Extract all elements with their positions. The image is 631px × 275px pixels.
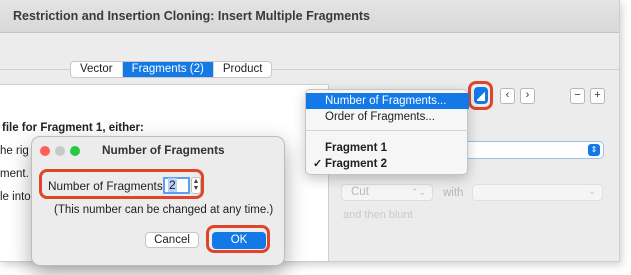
title-bar: Restriction and Insertion Cloning: Inser… (0, 0, 619, 33)
remove-fragment-button[interactable]: − (570, 88, 585, 104)
dialog-title: Number of Fragments (102, 143, 225, 157)
highlight-ring-ok-button (206, 225, 270, 253)
cut-select-value: Cut (351, 186, 369, 198)
menu-item-label: Number of Fragments... (325, 95, 447, 107)
window-title: Restriction and Insertion Cloning: Inser… (13, 9, 370, 23)
instructions-line-2: ment. (0, 168, 29, 180)
close-window-icon[interactable] (40, 146, 50, 156)
enzyme-select[interactable]: ⌄ (472, 184, 603, 201)
menu-item-number-of-fragments[interactable]: Number of Fragments... (306, 93, 469, 109)
menu-item-order-of-fragments[interactable]: Order of Fragments... (306, 109, 469, 125)
chevron-down-icon: ⌄ (588, 186, 596, 196)
instructions-line-1: he rig (0, 145, 29, 157)
tab-fragments[interactable]: Fragments (2) (122, 62, 214, 77)
checkmark-icon: ✓ (313, 158, 323, 170)
chevron-updown-icon: ⌃⌄ (410, 187, 426, 197)
faint-option-text: and then blunt (343, 209, 413, 221)
previous-fragment-button[interactable]: ‹ (500, 88, 515, 104)
chevron-updown-icon: ⇕ (588, 144, 600, 156)
minimize-window-icon[interactable] (55, 146, 65, 156)
tab-product[interactable]: Product (214, 62, 272, 77)
instructions-line-3: le into (0, 191, 31, 203)
fragment-menu: Number of Fragments... Order of Fragment… (305, 89, 469, 175)
cut-select[interactable]: Cut ⌃⌄ (341, 184, 433, 201)
next-fragment-button[interactable]: › (520, 88, 535, 104)
tab-bar: Vector Fragments (2) Product (70, 61, 273, 78)
menu-item-label: Order of Fragments... (325, 111, 435, 123)
add-fragment-button[interactable]: + (590, 88, 605, 104)
tab-vector[interactable]: Vector (71, 62, 123, 77)
cancel-button[interactable]: Cancel (145, 232, 199, 248)
dialog-note: (This number can be changed at any time.… (54, 204, 274, 216)
menu-item-fragment-2[interactable]: ✓ Fragment 2 (306, 156, 469, 172)
menu-separator (306, 130, 469, 131)
highlight-ring-number-field (39, 169, 204, 199)
menu-item-fragment-1[interactable]: Fragment 1 (306, 140, 469, 156)
highlight-ring-menu-button (468, 81, 493, 110)
with-label: with (443, 187, 464, 199)
instructions-heading: file for Fragment 1, either: (2, 122, 144, 134)
zoom-window-icon[interactable] (70, 146, 80, 156)
screenshot-root: Restriction and Insertion Cloning: Inser… (0, 0, 631, 275)
menu-item-label: Fragment 1 (325, 142, 387, 154)
menu-item-label: Fragment 2 (325, 158, 387, 170)
